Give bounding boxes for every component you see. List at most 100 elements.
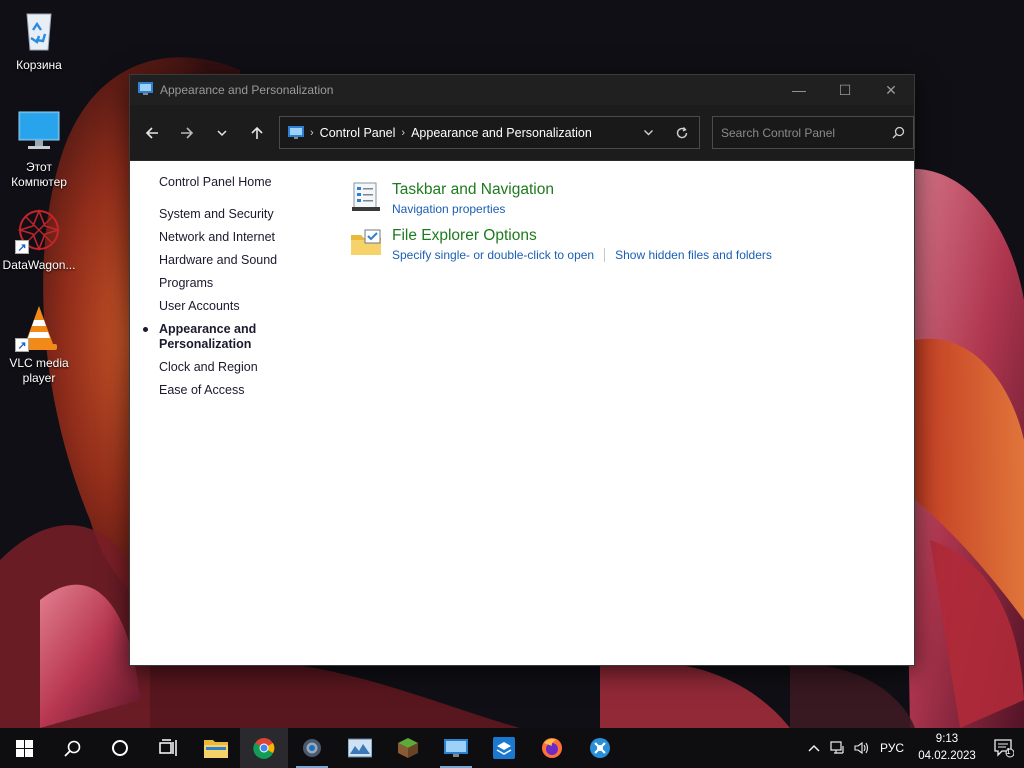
clock-time: 9:13 bbox=[935, 733, 959, 745]
input-language[interactable]: РУС bbox=[880, 741, 904, 755]
task-heading-file-explorer-options[interactable]: File Explorer Options bbox=[392, 227, 772, 245]
network-button[interactable] bbox=[826, 741, 850, 755]
arrow-right-icon bbox=[181, 126, 194, 139]
desktop-icon-label: VLC media player bbox=[9, 356, 69, 385]
sidebar-item-ease-of-access[interactable]: Ease of Access bbox=[159, 383, 339, 398]
close-button[interactable]: ✕ bbox=[868, 75, 914, 105]
folder-options-icon bbox=[350, 227, 382, 259]
search-icon[interactable] bbox=[883, 126, 913, 139]
link-navigation-properties[interactable]: Navigation properties bbox=[392, 202, 505, 216]
task-view-icon bbox=[159, 739, 177, 756]
back-button[interactable] bbox=[136, 117, 168, 149]
photos-icon bbox=[348, 738, 372, 758]
cortana-icon bbox=[112, 740, 128, 756]
desktop-icon-datawagon[interactable]: ↗ DataWagon... bbox=[0, 206, 78, 273]
desktop-icon-label: Этот Компютер bbox=[11, 160, 67, 189]
task-view-button[interactable] bbox=[144, 728, 192, 768]
link-show-hidden-files[interactable]: Show hidden files and folders bbox=[615, 248, 772, 262]
address-dropdown-button[interactable] bbox=[631, 127, 665, 138]
control-panel-window: Appearance and Personalization — ☐ ✕ › C… bbox=[129, 74, 915, 666]
content-area: Control Panel Home System and Security N… bbox=[130, 161, 914, 665]
maximize-button[interactable]: ☐ bbox=[822, 75, 868, 105]
recycle-bin-icon bbox=[26, 13, 52, 51]
sidebar-item-hardware-sound[interactable]: Hardware and Sound bbox=[159, 253, 339, 268]
task-taskbar-navigation: Taskbar and Navigation Navigation proper… bbox=[350, 181, 554, 216]
taskbar: РУС 9:13 04.02.2023 1 bbox=[0, 728, 1024, 768]
refresh-icon bbox=[676, 126, 688, 138]
arrow-up-icon bbox=[251, 126, 263, 139]
title-bar[interactable]: Appearance and Personalization — ☐ ✕ bbox=[130, 75, 914, 105]
breadcrumb-control-panel[interactable]: Control Panel bbox=[320, 126, 396, 140]
sidebar: Control Panel Home System and Security N… bbox=[143, 175, 339, 406]
show-hidden-icons-button[interactable] bbox=[802, 742, 826, 754]
volume-button[interactable] bbox=[850, 741, 874, 755]
sidebar-home-link[interactable]: Control Panel Home bbox=[159, 175, 339, 189]
taskbar-search-button[interactable] bbox=[48, 728, 96, 768]
speaker-icon bbox=[854, 741, 869, 755]
sidebar-item-programs[interactable]: Programs bbox=[159, 276, 339, 291]
action-center-button[interactable]: 1 bbox=[984, 738, 1024, 758]
taskbar-settings[interactable] bbox=[288, 728, 336, 768]
desktop-icon-vlc[interactable]: ↗ VLC media player bbox=[0, 304, 78, 386]
sidebar-item-user-accounts[interactable]: User Accounts bbox=[159, 299, 339, 314]
shortcut-arrow-icon: ↗ bbox=[15, 338, 29, 352]
navigation-bar: › Control Panel › Appearance and Persona… bbox=[130, 105, 914, 161]
control-panel-icon bbox=[288, 125, 304, 140]
search-box[interactable] bbox=[712, 116, 914, 149]
system-tray: РУС 9:13 04.02.2023 1 bbox=[802, 728, 1024, 768]
task-file-explorer-options: File Explorer Options Specify single- or… bbox=[350, 227, 772, 262]
taskbar-firefox[interactable] bbox=[528, 728, 576, 768]
shortcut-arrow-icon: ↗ bbox=[15, 240, 29, 254]
window-title: Appearance and Personalization bbox=[160, 83, 334, 97]
chrome-icon bbox=[253, 738, 275, 759]
notification-count: 1 bbox=[1006, 747, 1011, 756]
file-explorer-icon bbox=[204, 740, 228, 758]
taskbar-photos[interactable] bbox=[336, 728, 384, 768]
sidebar-item-clock-region[interactable]: Clock and Region bbox=[159, 360, 339, 375]
search-input[interactable] bbox=[713, 125, 883, 140]
minecraft-icon bbox=[398, 738, 418, 758]
stack-icon bbox=[493, 737, 515, 759]
address-bar[interactable]: › Control Panel › Appearance and Persona… bbox=[279, 116, 700, 149]
up-button[interactable] bbox=[241, 117, 273, 149]
chevron-down-icon bbox=[217, 129, 227, 136]
start-icon bbox=[15, 739, 33, 757]
sidebar-item-system-security[interactable]: System and Security bbox=[159, 207, 339, 222]
taskbar-app[interactable] bbox=[576, 728, 624, 768]
chevron-up-icon bbox=[808, 744, 820, 752]
search-icon bbox=[63, 740, 80, 757]
app-icon bbox=[590, 738, 610, 758]
minimize-button[interactable]: — bbox=[776, 75, 822, 105]
taskbar-minecraft[interactable] bbox=[384, 728, 432, 768]
sidebar-item-appearance-personalization[interactable]: Appearance and Personalization bbox=[143, 322, 269, 352]
desktop-icon-label: Корзина bbox=[16, 58, 62, 72]
clock[interactable]: 9:13 04.02.2023 bbox=[916, 731, 978, 765]
recent-locations-button[interactable] bbox=[206, 117, 238, 149]
settings-icon bbox=[303, 739, 321, 757]
link-divider bbox=[604, 248, 606, 262]
link-single-double-click[interactable]: Specify single- or double-click to open bbox=[392, 248, 594, 262]
desktop-icon-label: DataWagon... bbox=[2, 258, 76, 272]
this-pc-icon bbox=[18, 111, 60, 149]
cortana-button[interactable] bbox=[96, 728, 144, 768]
breadcrumb-appearance[interactable]: Appearance and Personalization bbox=[411, 126, 592, 140]
arrow-left-icon bbox=[145, 126, 158, 139]
chevron-right-icon: › bbox=[401, 126, 406, 139]
task-heading-taskbar[interactable]: Taskbar and Navigation bbox=[392, 181, 554, 199]
taskbar-chrome[interactable] bbox=[240, 728, 288, 768]
sidebar-item-network-internet[interactable]: Network and Internet bbox=[159, 230, 339, 245]
forward-button[interactable] bbox=[171, 117, 203, 149]
taskbar-control-panel[interactable] bbox=[432, 728, 480, 768]
taskbar-file-explorer[interactable] bbox=[192, 728, 240, 768]
refresh-button[interactable] bbox=[665, 126, 699, 140]
desktop-icon-this-pc[interactable]: Этот Компютер bbox=[0, 108, 78, 190]
control-panel-icon bbox=[444, 739, 468, 757]
desktop-icon-recycle-bin[interactable]: Корзина bbox=[0, 6, 78, 73]
start-button[interactable] bbox=[0, 728, 48, 768]
taskbar-stack-app[interactable] bbox=[480, 728, 528, 768]
chevron-down-icon bbox=[643, 130, 653, 136]
network-icon bbox=[830, 741, 844, 754]
firefox-icon bbox=[542, 738, 562, 758]
clock-date: 04.02.2023 bbox=[918, 750, 976, 762]
notification-icon bbox=[994, 739, 1014, 758]
